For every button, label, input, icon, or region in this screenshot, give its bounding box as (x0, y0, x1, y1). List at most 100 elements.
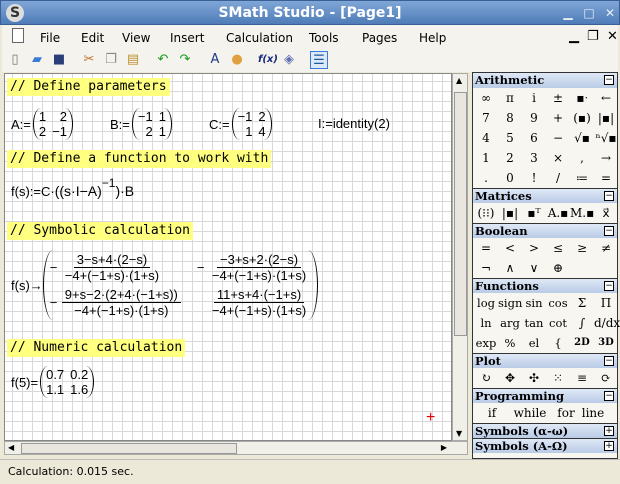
panel-button-programming[interactable]: while (507, 403, 553, 423)
panel-button-plot[interactable]: ⁙ (546, 368, 570, 388)
panel-button-arithmetic[interactable]: 7 (474, 108, 498, 128)
menu-insert[interactable]: Insert (170, 31, 204, 45)
panel-button-functions[interactable]: Σ (570, 293, 594, 313)
matrix-c-definition[interactable]: C:= −1 2 14 (209, 108, 274, 140)
panel-button-matrices[interactable]: x⃗ (594, 203, 618, 223)
panel-button-programming[interactable]: for (553, 403, 579, 423)
panel-header-plot[interactable]: Plot − (473, 353, 617, 368)
panel-button-arithmetic[interactable]: , (570, 148, 594, 168)
panel-button-arithmetic[interactable]: 6 (522, 128, 546, 148)
collapse-icon[interactable]: − (604, 191, 614, 201)
help-book-icon[interactable]: ◈ (280, 51, 298, 69)
function-definition[interactable]: f(s):=C· ((s·I−A) −1 )·B (11, 176, 134, 206)
menu-view[interactable]: View (122, 31, 150, 45)
undo-icon[interactable]: ↶ (154, 51, 172, 69)
panel-button-arithmetic[interactable]: ∞ (474, 88, 498, 108)
collapse-icon[interactable]: − (604, 391, 614, 401)
comment-symbolic[interactable]: // Symbolic calculation (7, 222, 194, 240)
panel-button-functions[interactable]: tan (522, 313, 546, 333)
menu-help[interactable]: Help (419, 31, 446, 45)
panel-button-functions[interactable]: cot (546, 313, 570, 333)
panel-button-functions[interactable]: ln (474, 313, 498, 333)
symbolic-result[interactable]: f(s)→ −3−s+4·(2−s) −4+(−1+s)·(1+s) − −3+s+2… (11, 250, 319, 320)
panel-button-arithmetic[interactable]: ⁿ√▪ (594, 128, 618, 148)
collapse-icon[interactable]: − (604, 356, 614, 366)
panel-header-symbols[interactable]: Symbols (α-ω) + (473, 423, 617, 438)
panel-button-boolean[interactable]: ⊕ (546, 258, 570, 278)
insert-function-icon[interactable]: f(x) (258, 51, 278, 69)
panel-button-matrices[interactable]: A.▪ (546, 203, 570, 223)
panel-header-symbols-a[interactable]: Symbols (A-Ω) + (473, 438, 617, 453)
menu-file[interactable]: File (40, 31, 60, 45)
comment-define-function[interactable]: // Define a function to work with (7, 150, 272, 168)
panel-button-boolean[interactable]: > (522, 238, 546, 258)
panel-button-arithmetic[interactable]: i (522, 88, 546, 108)
new-document-icon[interactable]: ▯ (6, 51, 24, 69)
expand-icon[interactable]: + (604, 426, 614, 436)
panel-button-functions[interactable]: ∫ (570, 313, 594, 333)
menu-tools[interactable]: Tools (309, 31, 339, 45)
panel-button-boolean[interactable]: ≥ (570, 238, 594, 258)
panel-button-functions[interactable]: el (522, 333, 546, 353)
panel-button-arithmetic[interactable]: 3 (522, 148, 546, 168)
panel-button-functions[interactable]: { (546, 333, 570, 353)
document-icon[interactable] (12, 28, 24, 43)
color-palette-icon[interactable]: ● (228, 51, 246, 69)
matrix-a-definition[interactable]: A:= 12 2 −1 (11, 108, 75, 140)
scroll-down-arrow-icon[interactable]: ▼ (456, 429, 462, 438)
panel-button-functions[interactable]: cos (546, 293, 570, 313)
panel-button-plot[interactable]: ⟳ (594, 368, 618, 388)
panel-button-arithmetic[interactable]: ▪ᐧ (570, 88, 594, 108)
panel-button-arithmetic[interactable]: ≔ (570, 168, 594, 188)
scroll-up-arrow-icon[interactable]: ▲ (456, 76, 462, 85)
panel-button-matrices[interactable]: (⁝⁝) (474, 203, 498, 223)
panel-button-matrices[interactable]: ▪ᵀ (522, 203, 546, 223)
panel-button-functions[interactable]: log (474, 293, 498, 313)
panel-button-functions[interactable]: exp (474, 333, 498, 353)
panel-header-functions[interactable]: Functions − (473, 278, 617, 293)
collapse-icon[interactable]: − (604, 281, 614, 291)
panel-button-functions[interactable]: d/dx (594, 313, 620, 333)
panel-button-boolean[interactable]: ≤ (546, 238, 570, 258)
panel-button-boolean[interactable]: ∧ (498, 258, 522, 278)
panel-button-arithmetic[interactable]: 8 (498, 108, 522, 128)
scroll-right-arrow-icon[interactable]: ▶ (441, 443, 447, 452)
panel-button-arithmetic[interactable]: √▪ (570, 128, 594, 148)
panel-button-arithmetic[interactable]: / (546, 168, 570, 188)
menu-pages[interactable]: Pages (362, 31, 397, 45)
comment-define-parameters[interactable]: // Define parameters (7, 78, 170, 96)
mdi-minimize-button[interactable]: ▁ (569, 29, 579, 44)
panel-button-matrices[interactable]: |▪| (498, 203, 522, 223)
mdi-restore-button[interactable]: ❐ (587, 29, 599, 44)
panel-button-programming[interactable]: if (477, 403, 507, 423)
horizontal-scrollbar[interactable]: ◀ ▶ (4, 441, 468, 455)
panel-button-functions[interactable]: % (498, 333, 522, 353)
close-button[interactable]: ✕ (603, 6, 617, 20)
identity-definition[interactable]: I:=identity(2) (318, 116, 390, 131)
comment-numeric[interactable]: // Numeric calculation (7, 339, 186, 357)
open-folder-icon[interactable]: ▰ (28, 51, 46, 69)
numeric-result[interactable]: f(5)= 0.7 0.2 1.1 1.6 (11, 366, 96, 398)
panel-button-arithmetic[interactable]: (▪) (570, 108, 594, 128)
panel-button-boolean[interactable]: ∨ (522, 258, 546, 278)
panel-button-plot[interactable]: ≡ (570, 368, 594, 388)
copy-icon[interactable]: ❐ (102, 51, 120, 69)
panel-header-programming[interactable]: Programming − (473, 388, 617, 403)
panel-button-arithmetic[interactable]: 0 (498, 168, 522, 188)
maximize-button[interactable]: □ (582, 6, 596, 20)
panel-button-arithmetic[interactable]: ← (594, 88, 618, 108)
panel-button-arithmetic[interactable]: − (546, 128, 570, 148)
panel-button-functions[interactable]: Π (594, 293, 618, 313)
mdi-close-button[interactable]: ✕ (607, 29, 618, 44)
panel-button-arithmetic[interactable]: 2 (498, 148, 522, 168)
panel-header-arithmetic[interactable]: Arithmetic − (473, 73, 617, 88)
panel-button-boolean[interactable]: ¬ (474, 258, 498, 278)
panel-button-arithmetic[interactable]: 9 (522, 108, 546, 128)
panel-button-functions[interactable]: sin (522, 293, 546, 313)
worksheet[interactable]: // Define parameters A:= 12 2 −1 B:= −1 1 … (4, 73, 452, 441)
matrix-b-definition[interactable]: B:= −1 1 21 (110, 108, 174, 140)
panel-button-arithmetic[interactable]: = (594, 168, 618, 188)
text-style-icon[interactable]: A (206, 51, 224, 69)
panel-button-plot[interactable]: ↻ (474, 368, 498, 388)
panel-button-arithmetic[interactable]: ! (522, 168, 546, 188)
